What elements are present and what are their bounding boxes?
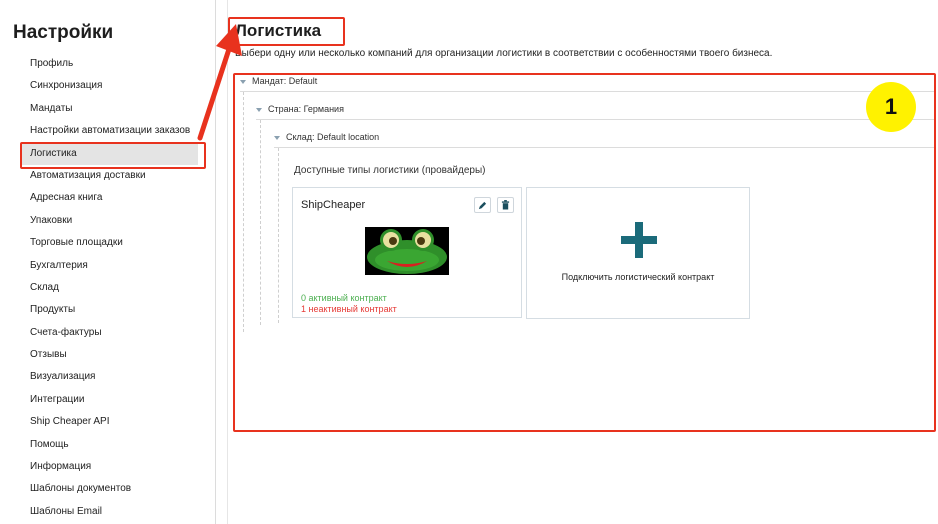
sidebar-item-integrations[interactable]: Интеграции [22,389,198,411]
step-badge: 1 [866,82,916,132]
sidebar-item-address-book[interactable]: Адресная книга [22,187,198,209]
sidebar-item-order-automation[interactable]: Настройки автоматизации заказов [22,120,198,142]
sidebar-item-reviews[interactable]: Отзывы [22,344,198,366]
sidebar-item-info[interactable]: Информация [22,456,198,478]
sidebar-item-accounting[interactable]: Бухгалтерия [22,255,198,277]
sidebar-item-invoices[interactable]: Счета-фактуры [22,322,198,344]
sidebar-item-mandates[interactable]: Мандаты [22,98,198,120]
sidebar-item-sync[interactable]: Синхронизация [22,75,198,97]
sidebar-item-document-templates[interactable]: Шаблоны документов [22,478,198,500]
sidebar-item-visualization[interactable]: Визуализация [22,366,198,388]
settings-menu: Профиль Синхронизация Мандаты Настройки … [22,53,198,523]
sidebar-item-products[interactable]: Продукты [22,299,198,321]
sidebar-item-email-templates[interactable]: Шаблоны Email [22,501,198,523]
sidebar-item-warehouse[interactable]: Склад [22,277,198,299]
sidebar-item-help[interactable]: Помощь [22,434,198,456]
sidebar-item-packaging[interactable]: Упаковки [22,210,198,232]
sidebar-item-api[interactable]: Ship Cheaper API [22,411,198,433]
annotation-arrow-icon [197,24,242,141]
sidebar-item-marketplaces[interactable]: Торговые площадки [22,232,198,254]
settings-sidebar: Настройки Профиль Синхронизация Мандаты … [0,0,216,524]
highlight-main-area [233,73,936,432]
sidebar-title: Настройки [13,22,114,43]
highlight-logistics-menu [20,142,206,169]
page-description: Выбери одну или несколько компаний для о… [235,48,773,59]
sidebar-item-profile[interactable]: Профиль [22,53,198,75]
